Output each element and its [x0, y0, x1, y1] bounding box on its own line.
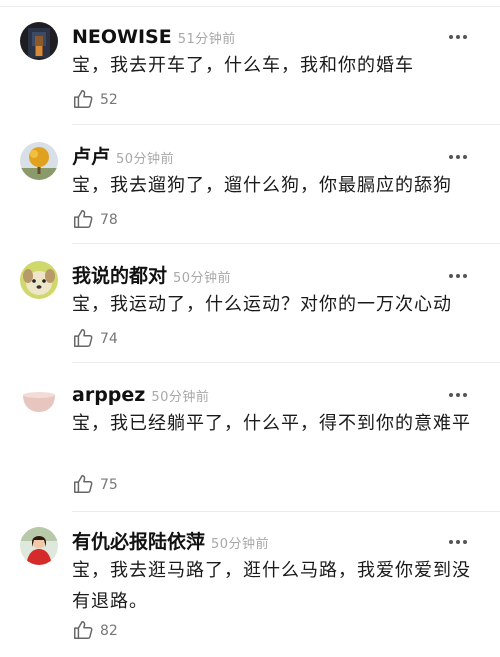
comment-item: 我说的都对 50分钟前 宝，我运动了，什么运动？对你的一万次心动 74	[0, 261, 500, 357]
comment-item: 卢卢 50分钟前 宝，我去遛狗了，遛什么狗，你最膈应的舔狗 78	[0, 142, 500, 238]
avatar[interactable]	[20, 527, 58, 565]
more-dots-icon[interactable]	[448, 34, 468, 40]
username[interactable]: 卢卢 50分钟前	[72, 144, 174, 173]
comment-text: 宝，我去逛马路了，逛什么马路，我爱你爱到没有退路。	[72, 560, 471, 612]
thumbs-up-icon	[74, 475, 93, 493]
comment-item: NEOWISE 51分钟前 宝，我去开车了，什么车，我和你的婚车 52	[0, 22, 500, 118]
thumbs-up-icon	[74, 90, 93, 108]
like-count: 75	[100, 477, 118, 493]
username-text[interactable]: 有仇必报陆依萍	[72, 531, 205, 553]
username[interactable]: 有仇必报陆依萍 50分钟前	[72, 529, 269, 558]
comment-time: 50分钟前	[116, 152, 175, 167]
comment-text: 宝，我去开车了，什么车，我和你的婚车	[72, 55, 414, 76]
like-count: 82	[100, 623, 118, 639]
like-count: 52	[100, 92, 118, 108]
comment-time: 50分钟前	[173, 271, 232, 286]
more-dots-icon[interactable]	[448, 154, 468, 160]
comment-time: 50分钟前	[211, 537, 270, 552]
top-divider	[0, 6, 500, 7]
comment-divider	[72, 511, 500, 512]
username[interactable]: NEOWISE 51分钟前	[72, 24, 236, 53]
more-dots-icon[interactable]	[448, 539, 468, 545]
comment-text: 宝，我已经躺平了，什么平，得不到你的意难平	[72, 413, 471, 434]
thumbs-up-icon	[74, 329, 93, 347]
avatar[interactable]	[20, 261, 58, 299]
comment-text: 宝，我运动了，什么运动？对你的一万次心动	[72, 294, 452, 315]
more-dots-icon[interactable]	[448, 273, 468, 279]
comment-text: 宝，我去遛狗了，遛什么狗，你最膈应的舔狗	[72, 175, 452, 196]
like-count: 78	[100, 212, 118, 228]
comment-divider	[72, 362, 500, 363]
username-text[interactable]: NEOWISE	[72, 26, 172, 48]
avatar[interactable]	[20, 380, 58, 418]
username[interactable]: arppez 50分钟前	[72, 382, 209, 411]
comment-divider	[72, 243, 500, 244]
thumbs-up-icon	[74, 210, 93, 228]
comment-time: 50分钟前	[151, 390, 210, 405]
more-dots-icon[interactable]	[448, 392, 468, 398]
avatar[interactable]	[20, 22, 58, 60]
like-count: 74	[100, 331, 118, 347]
comment-time: 51分钟前	[177, 32, 236, 47]
comment-item: 有仇必报陆依萍 50分钟前 宝，我去逛马路了，逛什么马路，我爱你爱到没有退路。 8…	[0, 527, 500, 655]
thumbs-up-icon	[74, 621, 93, 639]
comment-item: arppez 50分钟前 宝，我已经躺平了，什么平，得不到你的意难平 75	[0, 380, 500, 507]
username-text[interactable]: 我说的都对	[72, 265, 167, 287]
username-text[interactable]: arppez	[72, 384, 145, 406]
comment-divider	[72, 124, 500, 125]
username[interactable]: 我说的都对 50分钟前	[72, 263, 231, 292]
username-text[interactable]: 卢卢	[72, 146, 110, 168]
avatar[interactable]	[20, 142, 58, 180]
